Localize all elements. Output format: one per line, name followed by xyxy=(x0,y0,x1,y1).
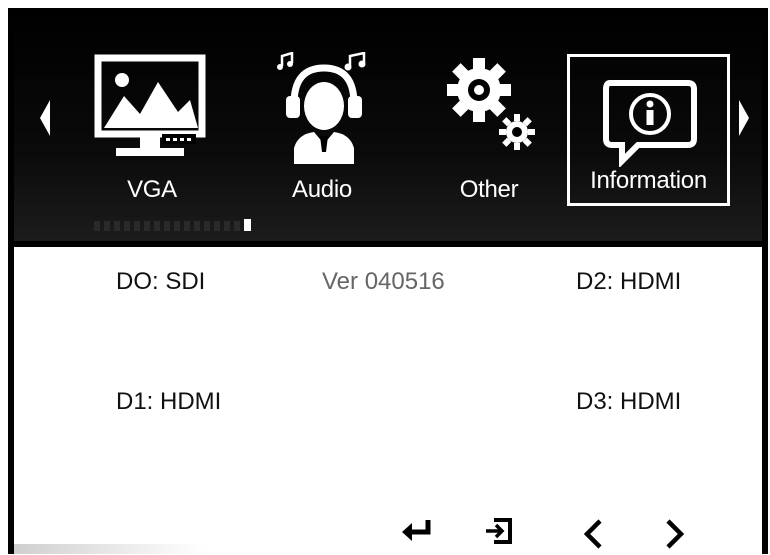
menu-left-arrow-icon[interactable] xyxy=(40,100,50,141)
page-dot xyxy=(184,221,190,231)
vga-image-icon xyxy=(94,54,206,156)
firmware-version: Ver 040516 xyxy=(322,268,445,295)
menu-right-arrow-icon[interactable] xyxy=(739,100,749,141)
output-d0-status: DO: SDI xyxy=(116,268,206,295)
left-icon[interactable] xyxy=(582,518,604,555)
menu-item-audio[interactable]: Audio xyxy=(242,52,402,212)
gears-icon xyxy=(447,58,535,150)
page-dot xyxy=(214,221,220,231)
exit-icon[interactable] xyxy=(484,518,514,549)
audio-headphones-icon xyxy=(277,52,366,164)
page-dot xyxy=(94,221,100,231)
page-dot xyxy=(164,221,170,231)
page-indicator xyxy=(94,219,251,231)
output-d2-status: D2: HDMI xyxy=(576,268,682,295)
menu-bar: VGA Audio Other Information xyxy=(14,14,762,247)
page-dot xyxy=(134,221,140,231)
page-dot xyxy=(104,221,110,231)
page-dot xyxy=(174,221,180,231)
audio-label: Audio xyxy=(292,176,352,203)
page-dot xyxy=(154,221,160,231)
menu-item-information[interactable]: Information xyxy=(567,54,730,206)
page-dot xyxy=(114,221,120,231)
info-icon xyxy=(603,80,697,167)
page-dot xyxy=(224,221,230,231)
bottom-shadow xyxy=(14,544,204,554)
other-label: Other xyxy=(459,176,519,203)
page-dot xyxy=(144,221,150,231)
page-dot xyxy=(234,221,240,231)
right-icon[interactable] xyxy=(664,518,686,555)
menu-item-other[interactable]: Other xyxy=(409,52,569,212)
information-label: Information xyxy=(590,167,707,194)
page-dot xyxy=(124,221,130,231)
menu-item-vga[interactable]: VGA xyxy=(72,52,232,212)
enter-icon[interactable] xyxy=(402,518,432,547)
page-dot xyxy=(244,219,251,231)
page-dot xyxy=(204,221,210,231)
page-dot xyxy=(194,221,200,231)
output-d1-status: D1: HDMI xyxy=(116,388,222,415)
vga-label: VGA xyxy=(127,176,177,203)
output-d3-status: D3: HDMI xyxy=(576,388,682,415)
osd-frame: VGA Audio Other Information DO: SDI Ver … xyxy=(8,8,768,554)
